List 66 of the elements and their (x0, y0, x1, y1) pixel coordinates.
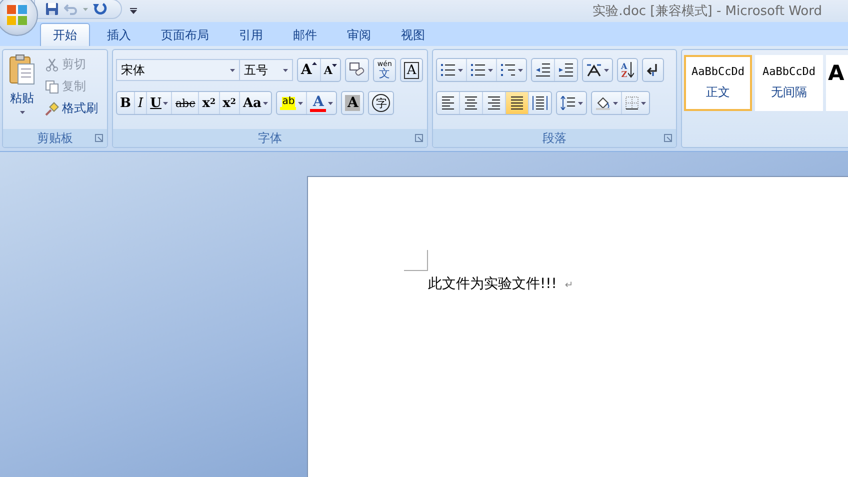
dialog-launcher-icon[interactable] (95, 134, 103, 142)
office-button[interactable] (0, 0, 38, 36)
caret-icon (230, 68, 235, 72)
highlight-button[interactable]: ab (277, 92, 308, 114)
margin-corner-mark (404, 250, 428, 271)
line-spacing-icon (560, 96, 576, 110)
font-name-dropdown[interactable]: 宋体 (116, 59, 240, 81)
dialog-launcher-icon[interactable] (415, 134, 423, 142)
triangle-icon (332, 64, 338, 66)
ribbon-tab[interactable]: 审阅 (334, 23, 384, 46)
sort-button[interactable]: A Z (618, 59, 638, 81)
scissors-icon (45, 58, 59, 72)
list-icon (470, 63, 486, 77)
bold-button[interactable]: B (117, 92, 135, 114)
asian-layout-icon (586, 63, 602, 77)
grow-button[interactable]: A (298, 59, 321, 81)
office-logo-icon (6, 4, 28, 26)
customize-toolbar-icon[interactable] (130, 8, 137, 14)
format-button[interactable]: x$^{2}$ (220, 92, 240, 114)
paragraph-mark: ↵ (564, 280, 574, 291)
group-label: 段落 (542, 130, 566, 146)
align-lines-icon (463, 96, 479, 110)
ribbon-tab[interactable]: 邮件 (280, 23, 330, 46)
paste-button[interactable]: 粘贴 (5, 54, 39, 129)
list-icon (440, 63, 456, 77)
caret-icon (20, 111, 24, 114)
format-button[interactable]: Aa (240, 92, 272, 114)
indent-icon (535, 63, 551, 77)
font-size-dropdown[interactable]: 五号 (239, 59, 293, 81)
ribbon-tab[interactable]: 视图 (388, 23, 438, 46)
triangle-icon (312, 62, 317, 65)
align-button[interactable] (506, 92, 529, 114)
paint-bucket-icon (595, 96, 611, 110)
redo-icon[interactable] (93, 2, 107, 16)
indent-icon (558, 63, 574, 77)
ribbon-tab[interactable]: 开始 (40, 23, 90, 46)
save-icon[interactable] (45, 2, 59, 16)
align-lines-icon (532, 96, 548, 110)
dialog-launcher-icon[interactable] (664, 134, 672, 142)
window-title: 实验.doc [兼容模式] - Microsoft Word (592, 3, 822, 20)
style-preset[interactable]: AaBbCcDd 无间隔 (755, 55, 823, 111)
shrink-button[interactable]: A (320, 59, 340, 81)
underline-button[interactable]: U (147, 92, 172, 114)
align-lines-icon (440, 96, 456, 110)
style-preset[interactable]: A (826, 55, 848, 111)
borders-icon (625, 96, 639, 110)
group-label: 剪贴板 (37, 130, 73, 146)
fontcolor-button[interactable]: A (307, 92, 336, 114)
group-label: 字体 (258, 130, 282, 146)
align-lines-icon (486, 96, 502, 110)
caret-icon (283, 68, 288, 72)
document-text: 此文件为实验文件!!! (428, 275, 557, 293)
clipboard-icon (8, 54, 36, 86)
style-preset[interactable]: AaBbCcDd 正文 (684, 55, 752, 111)
format-painter-button[interactable]: 格式刷 (43, 98, 100, 119)
ribbon-tab[interactable]: 插入 (94, 23, 144, 46)
copy-icon (45, 80, 59, 94)
ribbon-tab[interactable]: 页面布局 (148, 23, 222, 46)
italic-button[interactable]: I (135, 92, 148, 114)
strike-button[interactable]: abc (172, 92, 200, 114)
down-arrow-icon (628, 62, 634, 78)
list-icon (500, 63, 516, 77)
eraser-icon (349, 62, 366, 78)
brush-icon (45, 102, 59, 116)
align-lines-icon (509, 96, 525, 110)
ribbon-tab[interactable]: 引用 (226, 23, 276, 46)
